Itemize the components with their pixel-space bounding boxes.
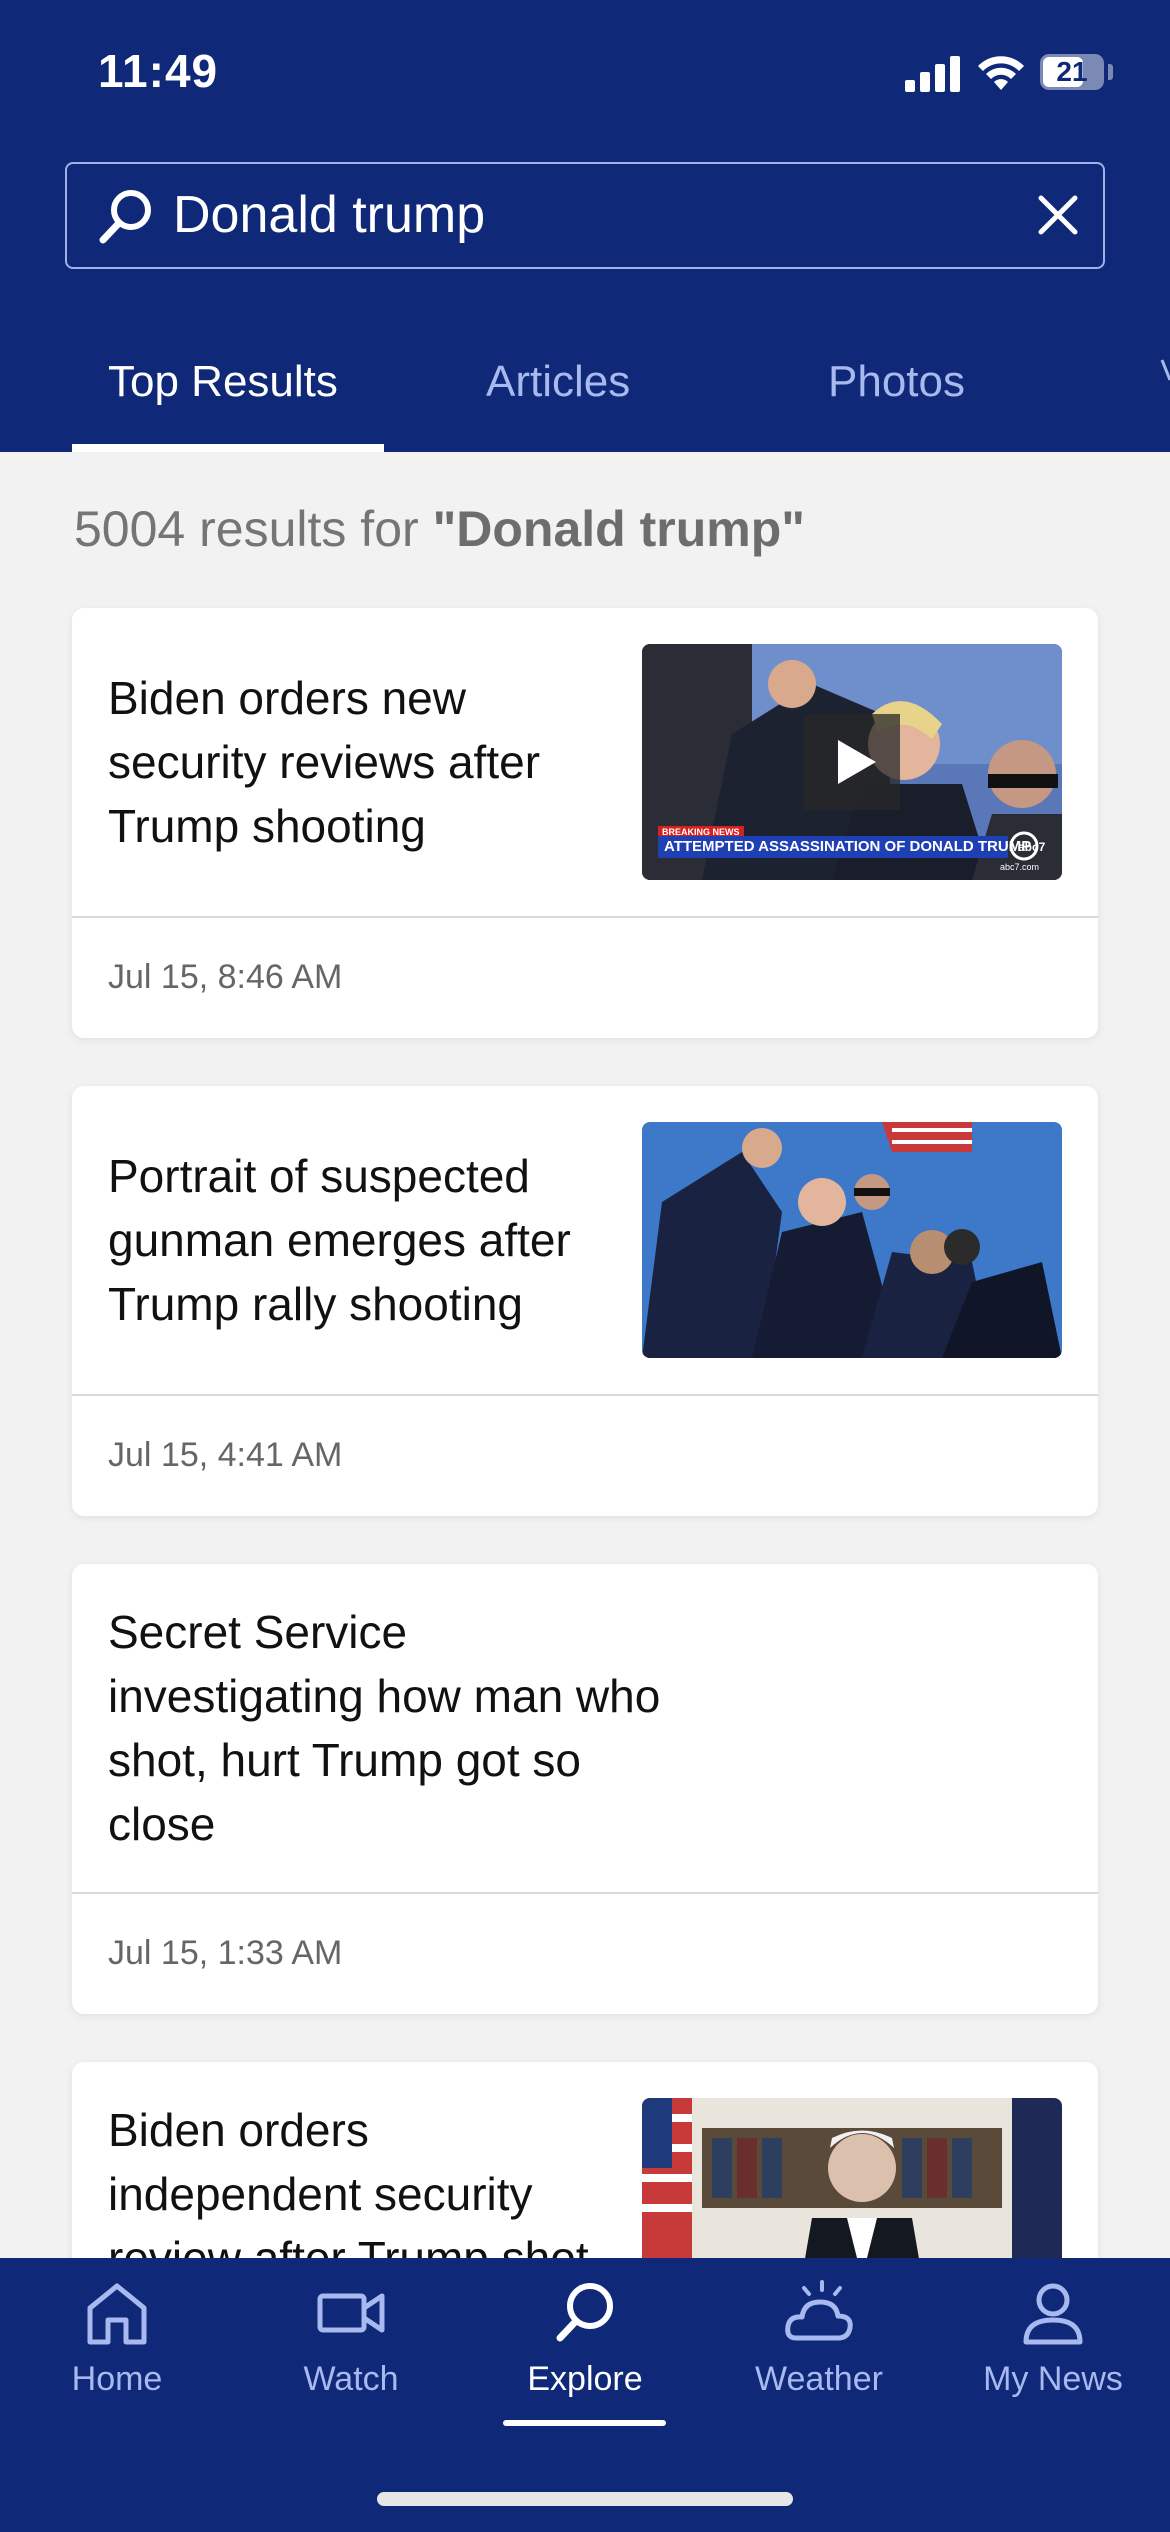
nav-weather-label: Weather <box>755 2360 883 2398</box>
close-icon[interactable] <box>1033 190 1083 240</box>
article-date: Jul 15, 4:41 AM <box>108 1436 343 1474</box>
nav-home-label: Home <box>71 2360 163 2398</box>
card-divider <box>72 1394 1098 1396</box>
search-bar[interactable]: Donald trump <box>65 162 1105 269</box>
battery-level: 21 <box>1056 56 1088 87</box>
nav-explore-label: Explore <box>527 2360 643 2398</box>
tab-top-results[interactable]: Top Results <box>108 330 338 452</box>
home-icon <box>87 2283 147 2345</box>
video-camera-icon <box>317 2293 385 2333</box>
status-time: 11:49 <box>98 45 219 97</box>
nav-watch-label: Watch <box>303 2360 399 2398</box>
bottom-navigation: Home Watch Explore Weather My News <box>0 2258 1170 2532</box>
nav-weather[interactable]: Weather <box>702 2258 936 2438</box>
battery-icon: 21 <box>1040 54 1104 90</box>
results-count: 5004 results for "Donald trump" <box>74 500 805 558</box>
play-button[interactable] <box>804 714 900 810</box>
weather-sun-cloud-icon <box>785 2280 853 2341</box>
wifi-icon <box>978 56 1024 90</box>
abc7-url: abc7.com <box>1000 862 1040 872</box>
card-divider <box>72 916 1098 918</box>
cellular-signal-icon <box>905 56 961 92</box>
battery-tip <box>1108 64 1113 80</box>
tab-bar: Top Results Articles Photos <box>0 330 1170 452</box>
svg-text:abc7: abc7 <box>1018 840 1046 854</box>
active-nav-indicator <box>503 2420 666 2426</box>
nav-my-news[interactable]: My News <box>936 2258 1170 2438</box>
article-card[interactable]: Secret Service investigating how man who… <box>72 1564 1098 2014</box>
article-photo-thumbnail[interactable] <box>642 1122 1062 1358</box>
search-input[interactable]: Donald trump <box>173 164 973 267</box>
tab-overflow-indicator <box>1160 359 1170 381</box>
search-icon <box>99 190 151 244</box>
article-title[interactable]: Portrait of suspected gunman emerges aft… <box>108 1144 628 1336</box>
abc7-logo: abc7 <box>1008 830 1050 862</box>
card-divider <box>72 1892 1098 1894</box>
article-title[interactable]: Secret Service investigating how man who… <box>108 1600 668 1856</box>
results-query: "Donald trump" <box>432 501 805 557</box>
search-icon <box>556 2283 613 2342</box>
nav-my-news-label: My News <box>983 2360 1123 2398</box>
rally-photo-image <box>642 1122 1062 1358</box>
results-number: 5004 <box>74 501 186 557</box>
article-card[interactable]: Portrait of suspected gunman emerges aft… <box>72 1086 1098 1516</box>
nav-watch[interactable]: Watch <box>234 2258 468 2438</box>
tab-articles[interactable]: Articles <box>486 330 630 452</box>
person-icon <box>1023 2283 1083 2345</box>
status-bar: 11:49 21 <box>0 0 1170 150</box>
nav-home[interactable]: Home <box>0 2258 234 2438</box>
tab-photos[interactable]: Photos <box>828 330 965 452</box>
nav-explore[interactable]: Explore <box>468 2258 702 2438</box>
article-card[interactable]: Biden orders new security reviews after … <box>72 608 1098 1038</box>
active-tab-indicator <box>72 444 384 452</box>
news-ticker: ATTEMPTED ASSASSINATION OF DONALD TRUMP <box>658 836 1031 858</box>
article-date: Jul 15, 8:46 AM <box>108 958 343 996</box>
article-title[interactable]: Biden orders new security reviews after … <box>108 666 628 858</box>
home-indicator[interactable] <box>377 2492 793 2506</box>
header: 11:49 21 Donald trump Top Results Articl… <box>0 0 1170 452</box>
article-video-thumbnail[interactable]: BREAKING NEWS ATTEMPTED ASSASSINATION OF… <box>642 644 1062 880</box>
article-date: Jul 15, 1:33 AM <box>108 1934 343 1972</box>
results-prefix: results for <box>199 501 419 557</box>
